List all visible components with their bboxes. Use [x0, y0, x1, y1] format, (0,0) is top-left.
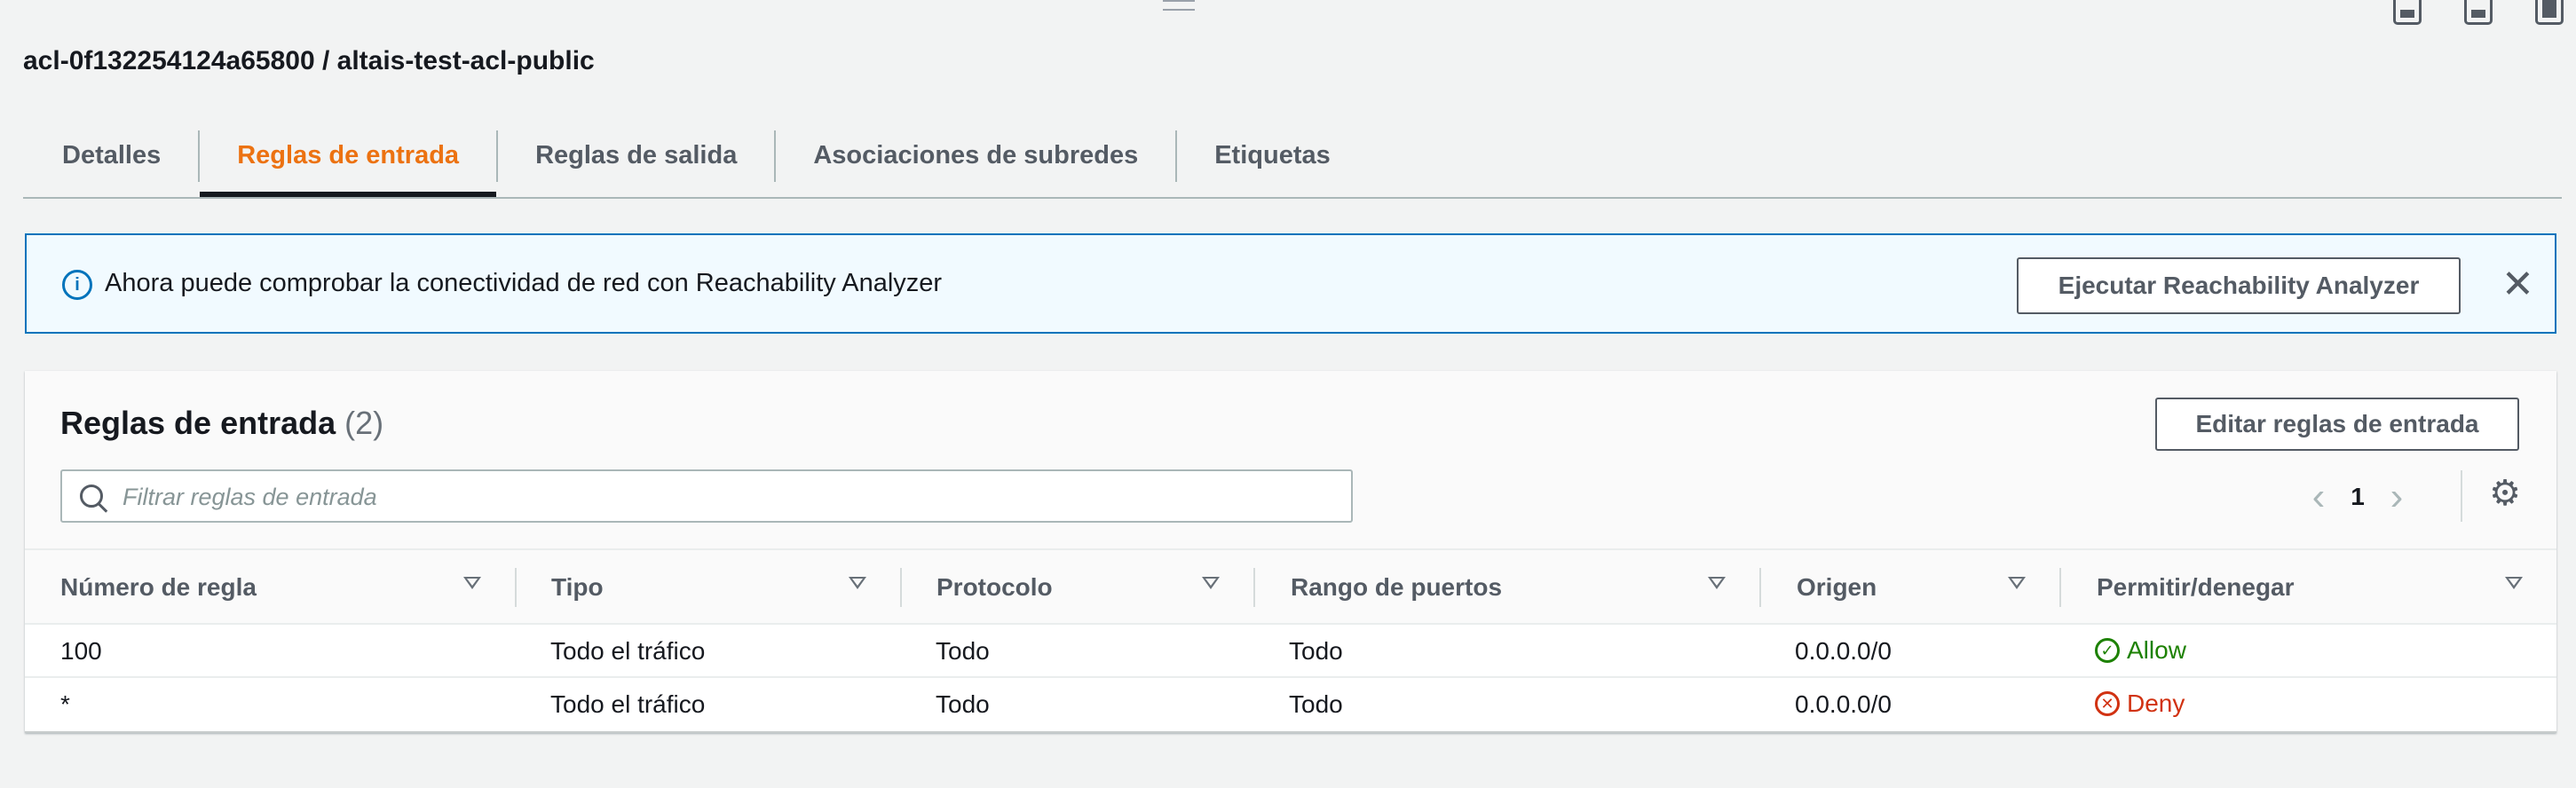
inbound-rules-panel: Reglas de entrada (2) Editar reglas de e… [25, 371, 2556, 733]
banner-text: Ahora puede comprobar la conectividad de… [105, 269, 943, 297]
panel-title: Reglas de entrada (2) [60, 405, 383, 442]
column-header-allow-deny[interactable]: Permitir/denegar [2097, 550, 2295, 625]
edit-inbound-rules-button[interactable]: Editar reglas de entrada [2155, 398, 2519, 451]
info-banner: i Ahora puede comprobar la conectividad … [25, 233, 2556, 334]
cell-allow-deny: ✓ Allow [2095, 625, 2186, 676]
split-panel-drag-handle[interactable] [1163, 0, 1195, 11]
cell-protocol: Todo [936, 690, 990, 718]
cell-source: 0.0.0.0/0 [1795, 690, 1892, 718]
table-row: 100 Todo el tráfico Todo Todo 0.0.0.0/0 … [25, 625, 2556, 678]
cell-type: Todo el tráfico [550, 690, 706, 718]
cell-source: 0.0.0.0/0 [1795, 637, 1892, 665]
cell-allow-deny: ✕ Deny [2095, 678, 2185, 729]
sort-icon[interactable] [1708, 577, 1726, 589]
sort-icon[interactable] [1202, 577, 1220, 589]
column-header-type[interactable]: Tipo [551, 550, 604, 625]
chevron-right-icon[interactable]: › [2379, 477, 2414, 516]
column-header-source[interactable]: Origen [1797, 550, 1877, 625]
layout-icons [2393, 0, 2564, 25]
status-text: Allow [2127, 636, 2186, 664]
sort-icon[interactable] [463, 577, 481, 589]
column-divider[interactable] [900, 568, 902, 607]
column-header-port-range[interactable]: Rango de puertos [1291, 550, 1502, 625]
column-divider[interactable] [1253, 568, 1255, 607]
table-header: Número de regla Tipo Protocolo Rango de … [25, 548, 2556, 625]
table-row: * Todo el tráfico Todo Todo 0.0.0.0/0 ✕ … [25, 678, 2556, 731]
check-circle-icon: ✓ [2095, 638, 2120, 663]
column-divider[interactable] [2059, 568, 2061, 607]
column-divider[interactable] [1759, 568, 1761, 607]
run-reachability-analyzer-button[interactable]: Ejecutar Reachability Analyzer [2017, 257, 2461, 314]
gear-icon[interactable]: ⚙ [2489, 476, 2521, 511]
page-title: acl-0f132254124a65800 / altais-test-acl-… [23, 46, 595, 75]
filter-input[interactable] [121, 471, 1340, 523]
cell-rule-number: 100 [60, 637, 102, 665]
pager-divider [2461, 470, 2462, 522]
status-text: Deny [2127, 690, 2185, 717]
sort-icon[interactable] [2505, 577, 2523, 589]
rule-count: (2) [344, 405, 384, 441]
split-bottom-icon[interactable] [2393, 0, 2422, 25]
tab-asociaciones-de-subredes[interactable]: Asociaciones de subredes [776, 115, 1175, 195]
search-icon [80, 485, 103, 508]
column-header-protocol[interactable]: Protocolo [936, 550, 1053, 625]
cell-port-range: Todo [1289, 637, 1343, 665]
tab-reglas-de-salida[interactable]: Reglas de salida [498, 115, 774, 195]
x-circle-icon: ✕ [2095, 691, 2120, 716]
cell-protocol: Todo [936, 637, 990, 665]
info-icon: i [62, 270, 92, 300]
filter-search [60, 469, 1353, 523]
pagination: ‹ 1 › [2301, 476, 2414, 518]
close-icon[interactable]: ✕ [2501, 260, 2534, 310]
tab-detalles[interactable]: Detalles [23, 115, 198, 195]
tab-etiquetas[interactable]: Etiquetas [1177, 115, 1368, 195]
cell-port-range: Todo [1289, 690, 1343, 718]
tab-bar: Detalles Reglas de entrada Reglas de sal… [23, 115, 2562, 199]
chevron-left-icon[interactable]: ‹ [2301, 477, 2336, 516]
panel-title-text: Reglas de entrada [60, 405, 336, 441]
cell-rule-number: * [60, 690, 70, 718]
column-divider[interactable] [515, 568, 517, 607]
cell-type: Todo el tráfico [550, 637, 706, 665]
page-number[interactable]: 1 [2336, 483, 2379, 511]
split-bottom-large-icon[interactable] [2464, 0, 2493, 25]
split-full-icon[interactable] [2535, 0, 2564, 25]
sort-icon[interactable] [2008, 577, 2026, 589]
sort-icon[interactable] [849, 577, 866, 589]
tab-reglas-de-entrada[interactable]: Reglas de entrada [200, 115, 496, 197]
column-header-rule-number[interactable]: Número de regla [60, 550, 257, 625]
